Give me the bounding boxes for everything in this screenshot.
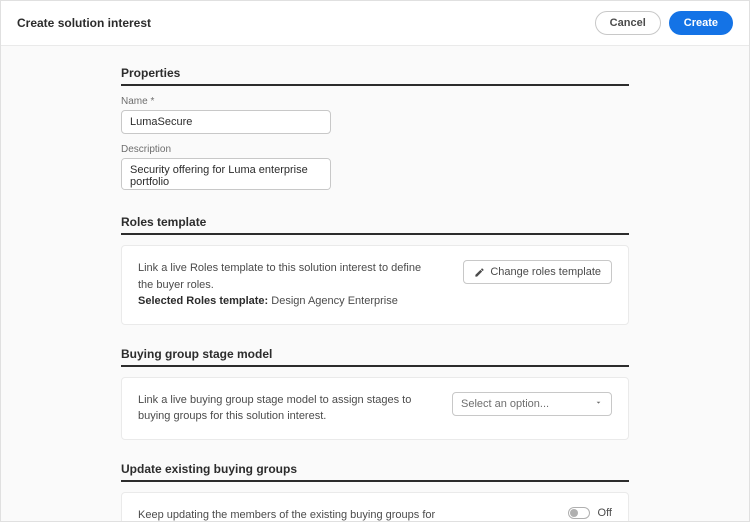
update-groups-blurb: Keep updating the members of the existin… xyxy=(138,507,438,522)
auto-update-toggle[interactable] xyxy=(568,507,590,519)
roles-template-section: Roles template Link a live Roles templat… xyxy=(121,215,629,325)
roles-template-text: Link a live Roles template to this solut… xyxy=(138,260,438,310)
stage-model-heading: Buying group stage model xyxy=(121,347,629,367)
create-solution-interest-dialog: Create solution interest Cancel Create P… xyxy=(0,0,750,522)
change-roles-template-button[interactable]: Change roles template xyxy=(463,260,612,284)
update-groups-heading: Update existing buying groups xyxy=(121,462,629,482)
cancel-button[interactable]: Cancel xyxy=(595,11,661,35)
dialog-content: Properties Name Description Security off… xyxy=(1,46,749,522)
update-groups-card: Keep updating the members of the existin… xyxy=(121,492,629,522)
pencil-icon xyxy=(474,267,485,278)
header-actions: Cancel Create xyxy=(595,11,733,35)
selected-roles-value: Design Agency Enterprise xyxy=(271,295,398,307)
create-button[interactable]: Create xyxy=(669,11,733,35)
properties-section: Properties Name Description Security off… xyxy=(121,66,629,193)
selected-roles-label: Selected Roles template: xyxy=(138,295,268,307)
dialog-header: Create solution interest Cancel Create xyxy=(1,1,749,46)
chevron-down-icon xyxy=(594,398,603,410)
roles-template-card: Link a live Roles template to this solut… xyxy=(121,245,629,325)
stage-model-blurb: Link a live buying group stage model to … xyxy=(138,392,432,425)
name-label: Name xyxy=(121,96,629,107)
stage-model-card: Link a live buying group stage model to … xyxy=(121,377,629,440)
stage-model-section: Buying group stage model Link a live buy… xyxy=(121,347,629,440)
auto-update-toggle-state: Off xyxy=(598,507,612,519)
update-groups-section: Update existing buying groups Keep updat… xyxy=(121,462,629,522)
description-input[interactable]: Security offering for Luma enterprise po… xyxy=(121,158,331,190)
roles-template-heading: Roles template xyxy=(121,215,629,235)
stage-model-select-placeholder: Select an option... xyxy=(461,398,549,410)
auto-update-toggle-wrap: Off xyxy=(568,507,612,519)
properties-heading: Properties xyxy=(121,66,629,86)
change-roles-template-label: Change roles template xyxy=(490,266,601,278)
description-label: Description xyxy=(121,144,629,155)
roles-template-blurb: Link a live Roles template to this solut… xyxy=(138,262,421,291)
name-input[interactable] xyxy=(121,110,331,134)
stage-model-select[interactable]: Select an option... xyxy=(452,392,612,416)
dialog-title: Create solution interest xyxy=(17,16,151,30)
